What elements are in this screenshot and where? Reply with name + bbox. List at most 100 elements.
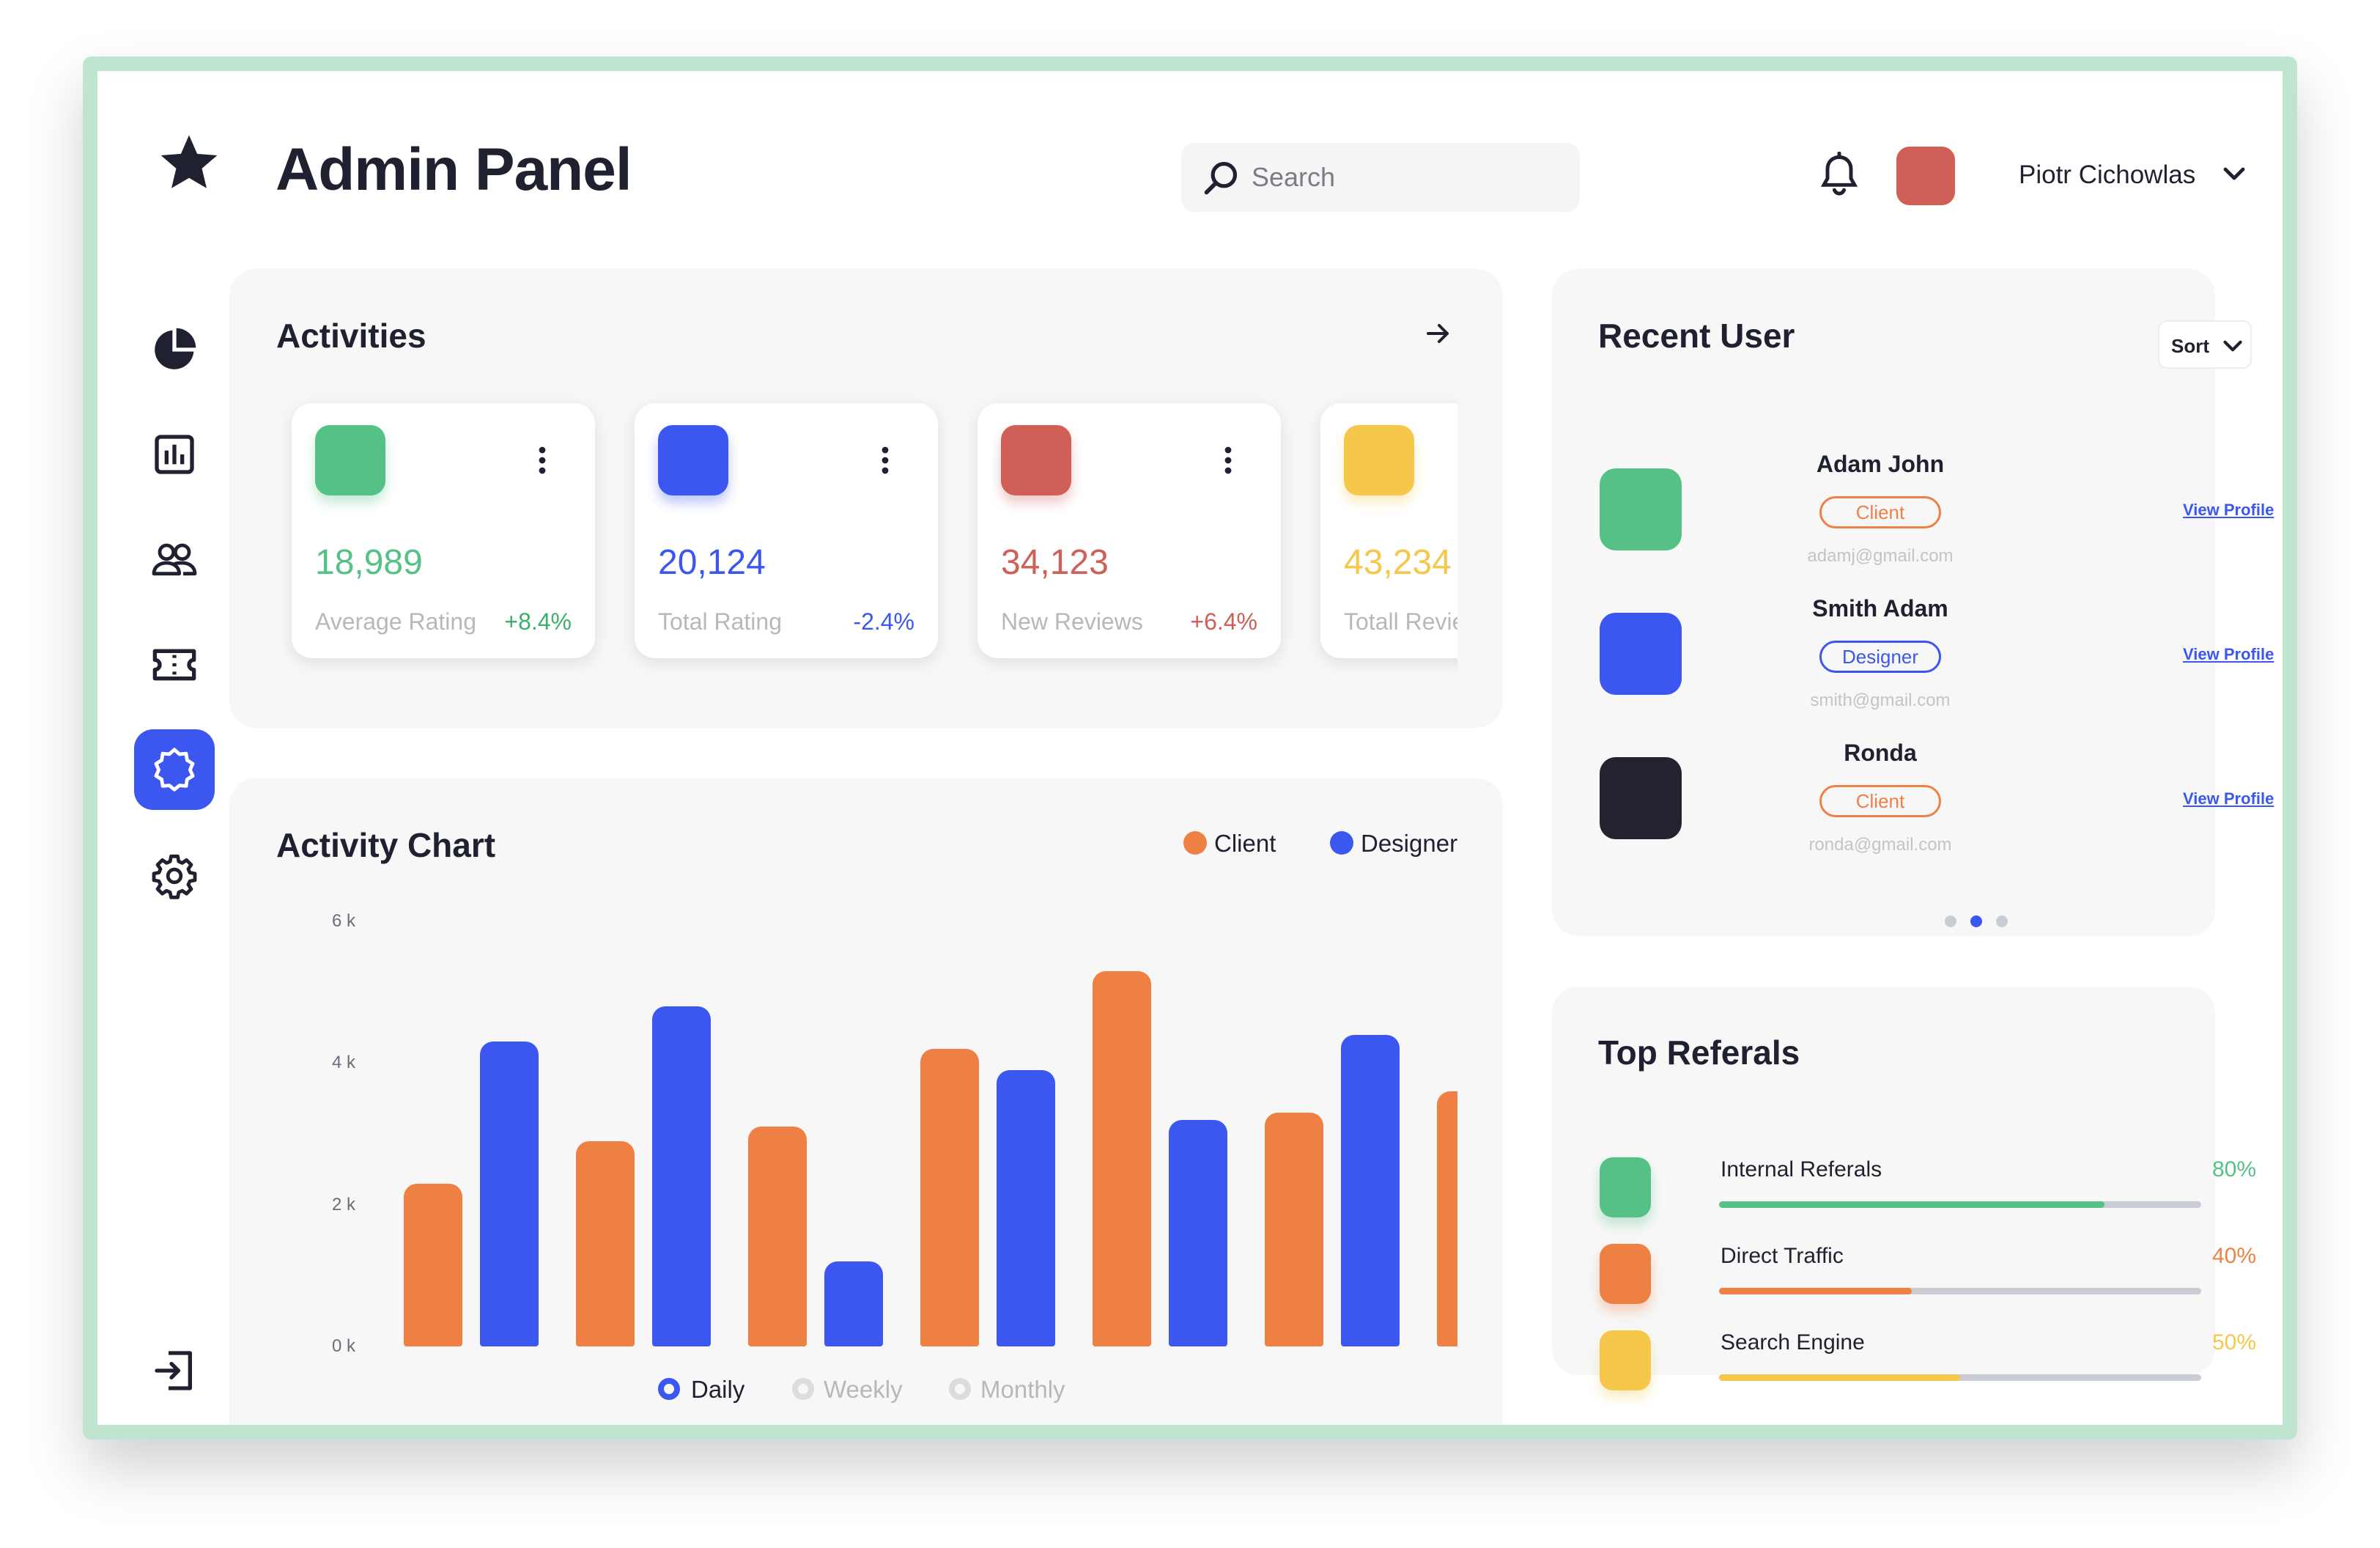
bar-designer-sun: [652, 1006, 711, 1346]
user-name: Ronda: [1844, 740, 1917, 766]
radio-monthly-label[interactable]: Monthly: [980, 1376, 1065, 1404]
users-icon: [152, 543, 197, 576]
chevron-down-icon[interactable]: [2222, 165, 2246, 183]
bar-client-wed: [1093, 970, 1151, 1346]
more-vertical-icon[interactable]: [538, 446, 547, 475]
user-avatar[interactable]: [1600, 757, 1682, 839]
bar-client-sat: [404, 1183, 462, 1346]
stat-cards-row: 18,989 Average Rating +8.4% 20,124 Total Rat…: [229, 269, 1457, 728]
user-email: adamj@gmail.com: [1807, 546, 1954, 566]
search-icon: [1204, 161, 1238, 195]
stat-color-swatch: [1344, 425, 1414, 495]
bar-chart: 0 k2 k4 k6 kSatSunMonTueWedThu: [229, 778, 1457, 1357]
bar-client-thu: [1265, 1113, 1323, 1346]
pagination-dot[interactable]: [1945, 915, 1956, 927]
search-input[interactable]: Search: [1181, 143, 1580, 212]
bar-client-mon: [748, 1127, 807, 1346]
search-placeholder: Search: [1252, 162, 1336, 192]
ticket-icon: [152, 649, 196, 681]
radio-monthly[interactable]: [949, 1378, 971, 1400]
user-avatar[interactable]: [1600, 613, 1682, 695]
sort-label: Sort: [2171, 335, 2209, 357]
stat-value: 20,124: [658, 543, 766, 582]
stat-label: Average Rating: [315, 608, 476, 635]
progress-track: [1719, 1374, 2201, 1381]
bar-client-tue: [920, 1049, 979, 1346]
sidebar-item-badge[interactable]: [134, 729, 215, 810]
chevron-down-icon: [2223, 340, 2242, 352]
referal-label: Direct Traffic: [1721, 1244, 1844, 1268]
y-axis-tick: 6 k: [331, 911, 355, 931]
sort-button[interactable]: Sort: [2158, 320, 2252, 369]
bar-client-clipped: [1437, 1091, 1457, 1346]
stat-value: 43,234: [1344, 543, 1452, 582]
stat-label: Total Rating: [658, 608, 782, 635]
sidebar-item-users[interactable]: [134, 520, 215, 600]
user-avatar[interactable]: [1600, 468, 1682, 550]
bottom-panel: [1552, 1426, 2215, 1440]
y-axis-tick: 0 k: [331, 1336, 355, 1356]
stat-color-swatch: [658, 425, 728, 495]
view-profile-link[interactable]: View Profile: [2183, 501, 2274, 520]
sidebar-item-dashboard[interactable]: [134, 309, 215, 390]
bar-designer-mon: [824, 1261, 883, 1346]
stat-color-swatch: [1001, 425, 1071, 495]
pagination-dot[interactable]: [1996, 915, 2008, 927]
view-profile-link[interactable]: View Profile: [2183, 789, 2274, 808]
stat-color-swatch: [315, 425, 385, 495]
top-referals-title: Top Referals: [1598, 1033, 1800, 1072]
more-vertical-icon[interactable]: [1224, 446, 1232, 475]
y-axis-tick: 4 k: [331, 1053, 355, 1073]
stat-value: 34,123: [1001, 543, 1109, 582]
progress-track: [1719, 1288, 2201, 1294]
sidebar-item-tickets[interactable]: [134, 624, 215, 705]
recent-user-title: Recent User: [1598, 317, 1795, 355]
pie-chart-icon: [155, 328, 196, 369]
app-window: Admin Panel Search Piotr Cichowlas Activ…: [83, 56, 2297, 1440]
radio-weekly[interactable]: [792, 1378, 814, 1400]
stat-label: New Reviews: [1001, 608, 1143, 635]
bar-designer-tue: [997, 1070, 1055, 1346]
sidebar-item-analytics[interactable]: [134, 414, 215, 495]
app-title: Admin Panel: [276, 136, 632, 203]
progress-fill: [1719, 1201, 2105, 1208]
progress-fill: [1719, 1288, 1912, 1294]
radio-weekly-label[interactable]: Weekly: [824, 1376, 903, 1404]
star-icon: [160, 135, 218, 188]
user-name[interactable]: Piotr Cichowlas: [2019, 161, 2195, 190]
settings-icon: [152, 854, 197, 899]
progress-track: [1719, 1201, 2201, 1208]
radio-daily-label[interactable]: Daily: [691, 1376, 744, 1404]
pagination-dot[interactable]: [1970, 915, 1982, 927]
role-badge: Designer: [1819, 641, 1941, 673]
view-profile-link[interactable]: View Profile: [2183, 645, 2274, 664]
sidebar-item-settings[interactable]: [134, 836, 215, 916]
y-axis-tick: 2 k: [331, 1194, 355, 1215]
bar-chart-icon: [155, 435, 194, 474]
bar-designer-thu: [1341, 1034, 1400, 1346]
stat-card[interactable]: 43,234 Totall Reviews: [1320, 403, 1457, 658]
radio-daily[interactable]: [658, 1378, 680, 1400]
referal-percent: 40%: [2211, 1244, 2256, 1268]
referal-label: Search Engine: [1721, 1330, 1865, 1354]
logout-icon: [155, 1351, 192, 1390]
referal-percent: 50%: [2211, 1330, 2256, 1354]
stat-label: Totall Reviews: [1344, 608, 1457, 635]
stat-card[interactable]: 18,989 Average Rating +8.4%: [292, 403, 595, 658]
progress-fill: [1719, 1374, 1960, 1381]
referal-swatch: [1600, 1157, 1651, 1217]
referal-swatch: [1600, 1330, 1651, 1390]
logout-button[interactable]: [134, 1330, 215, 1411]
activities-panel: Activities 18,989 Average Rating +8.4% 20,1…: [229, 269, 1503, 728]
more-vertical-icon[interactable]: [881, 446, 890, 475]
stat-card[interactable]: 20,124 Total Rating -2.4%: [635, 403, 938, 658]
user-name: Smith Adam: [1812, 595, 1948, 622]
bell-icon[interactable]: [1817, 152, 1861, 199]
bar-designer-wed: [1169, 1119, 1227, 1346]
stat-change: -2.4%: [853, 608, 914, 635]
activity-chart-panel: Activity Chart Client Designer 0 k2 k4 k…: [229, 778, 1503, 1425]
avatar[interactable]: [1896, 147, 1955, 205]
user-email: ronda@gmail.com: [1808, 835, 1952, 855]
stat-card[interactable]: 34,123 New Reviews +6.4%: [978, 403, 1281, 658]
role-badge: Client: [1819, 496, 1941, 528]
